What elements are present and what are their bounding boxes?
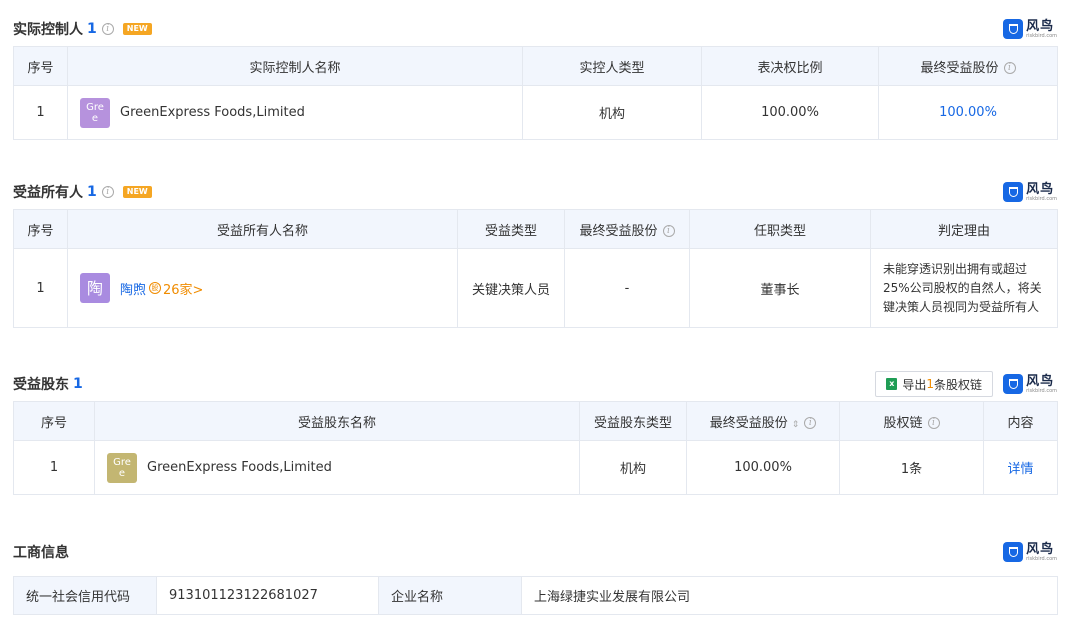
brand-logo: 风鸟 riskbird.com xyxy=(1003,374,1057,394)
sort-icon[interactable]: ⇕ xyxy=(792,420,800,430)
company-logo: Gre e xyxy=(107,452,137,483)
company-name-label: 企业名称 xyxy=(378,576,522,615)
row-benefit-link[interactable]: 100.00% xyxy=(878,85,1058,140)
brand-name: 风鸟 xyxy=(1026,18,1055,34)
export-chain-button[interactable]: x 导出 1 条股权链 xyxy=(875,371,993,397)
section-title: 实际控制人 xyxy=(13,22,83,38)
row-benefit: - xyxy=(564,248,690,328)
section-header: 工商信息 风鸟 riskbird.com xyxy=(13,535,1057,569)
business-info-table: 统一社会信用代码 913101123122681027 企业名称 上海绿捷实业发… xyxy=(13,576,1058,615)
table-row: 1 陶 陶煦 股 26家> 关键决策人员 - 董事长 未能穿透识别出拥有或超过2… xyxy=(13,248,1058,328)
brand-logo: 风鸟 riskbird.com xyxy=(1003,542,1057,562)
export-count: 1 xyxy=(926,377,934,391)
info-icon[interactable]: i xyxy=(101,23,114,35)
brand-url: riskbird.com xyxy=(1026,195,1057,202)
col-type: 受益类型 xyxy=(457,209,565,249)
brand-logo: 风鸟 riskbird.com xyxy=(1003,182,1057,202)
business-info-section: 工商信息 风鸟 riskbird.com 统一社会信用代码 91310112312… xyxy=(13,535,1058,615)
shield-icon xyxy=(1003,182,1024,202)
actual-controller-section: 实际控制人 1 i NEW 风鸟 riskbird.com 序号 实际控制人名称 … xyxy=(13,12,1058,140)
row-chain: 1条 xyxy=(839,440,984,495)
info-icon[interactable]: i xyxy=(804,417,817,429)
info-icon[interactable]: i xyxy=(662,225,675,237)
section-title: 受益股东 xyxy=(13,377,69,393)
brand-name: 风鸟 xyxy=(1026,373,1055,389)
export-prefix: 导出 xyxy=(902,377,927,392)
row-name-cell: Gre e GreenExpress Foods,Limited xyxy=(67,85,523,140)
person-name[interactable]: 陶煦 xyxy=(120,279,146,298)
beneficial-shareholder-section: 受益股东 1 x 导出 1 条股权链 风鸟 riskbird.com 序号 受益股… xyxy=(13,367,1058,495)
col-position: 任职类型 xyxy=(689,209,871,249)
section-count: 1 xyxy=(87,184,97,200)
col-type: 受益股东类型 xyxy=(579,401,687,441)
excel-icon: x xyxy=(886,378,898,390)
row-benefit: 100.00% xyxy=(686,440,840,495)
col-index: 序号 xyxy=(13,46,68,86)
row-position: 董事长 xyxy=(689,248,871,328)
company-name[interactable]: GreenExpress Foods,Limited xyxy=(120,105,305,120)
row-name-cell: Gre e GreenExpress Foods,Limited xyxy=(94,440,580,495)
person-avatar: 陶 xyxy=(80,273,110,303)
actual-controller-table: 序号 实际控制人名称 实控人类型 表决权比例 最终受益股份 i 1 Gre e Gr… xyxy=(13,46,1058,140)
info-icon[interactable]: i xyxy=(1003,62,1016,74)
beneficial-shareholder-table: 序号 受益股东名称 受益股东类型 最终受益股份 ⇕ i 股权链 i 内容 1 Gre e… xyxy=(13,401,1058,495)
company-name[interactable]: GreenExpress Foods,Limited xyxy=(147,460,332,475)
row-index: 1 xyxy=(13,440,95,495)
col-voting: 表决权比例 xyxy=(701,46,879,86)
row-type: 机构 xyxy=(522,85,702,140)
shield-icon xyxy=(1003,374,1024,394)
section-header: 受益股东 1 x 导出 1 条股权链 风鸟 riskbird.com xyxy=(13,367,1057,401)
company-logo: Gre e xyxy=(80,97,110,128)
section-count: 1 xyxy=(73,376,83,392)
col-name: 受益所有人名称 xyxy=(67,209,458,249)
row-voting: 100.00% xyxy=(701,85,879,140)
row-index: 1 xyxy=(13,85,68,140)
detail-link[interactable]: 详情 xyxy=(983,440,1058,495)
holdings-link[interactable]: 26家> xyxy=(163,279,203,298)
brand-url: riskbird.com xyxy=(1026,32,1057,39)
company-name-value: 上海绿捷实业发展有限公司 xyxy=(521,576,1058,615)
holdings-icon: 股 xyxy=(149,282,162,294)
col-name: 受益股东名称 xyxy=(94,401,580,441)
section-title: 受益所有人 xyxy=(13,185,83,201)
row-reason: 未能穿透识别出拥有或超过25%公司股权的自然人，将关键决策人员视同为受益所有人 xyxy=(870,248,1058,328)
new-badge: NEW xyxy=(122,23,152,35)
table-row: 1 Gre e GreenExpress Foods,Limited 机构 100… xyxy=(13,440,1058,495)
export-suffix: 条股权链 xyxy=(933,377,982,392)
col-benefit: 最终受益股份 i xyxy=(564,209,690,249)
col-content: 内容 xyxy=(983,401,1058,441)
new-badge: NEW xyxy=(122,186,152,198)
row-type: 机构 xyxy=(579,440,687,495)
brand-url: riskbird.com xyxy=(1026,555,1057,562)
table-row: 1 Gre e GreenExpress Foods,Limited 机构 100… xyxy=(13,85,1058,140)
beneficial-owner-table: 序号 受益所有人名称 受益类型 最终受益股份 i 任职类型 判定理由 1 陶 陶煦… xyxy=(13,209,1058,328)
section-title: 工商信息 xyxy=(13,545,69,561)
row-index: 1 xyxy=(13,248,68,328)
row-type: 关键决策人员 xyxy=(457,248,565,328)
col-benefit[interactable]: 最终受益股份 ⇕ i xyxy=(686,401,840,441)
section-header: 受益所有人 1 i NEW 风鸟 riskbird.com xyxy=(13,175,1057,209)
col-reason: 判定理由 xyxy=(870,209,1058,249)
brand-name: 风鸟 xyxy=(1026,181,1055,197)
col-name: 实际控制人名称 xyxy=(67,46,523,86)
info-icon[interactable]: i xyxy=(927,417,940,429)
row-name-cell: 陶 陶煦 股 26家> xyxy=(67,248,458,328)
col-type: 实控人类型 xyxy=(522,46,702,86)
credit-code-label: 统一社会信用代码 xyxy=(13,576,157,615)
brand-logo: 风鸟 riskbird.com xyxy=(1003,19,1057,39)
col-benefit: 最终受益股份 i xyxy=(878,46,1058,86)
shield-icon xyxy=(1003,542,1024,562)
col-chain: 股权链 i xyxy=(839,401,984,441)
col-index: 序号 xyxy=(13,401,95,441)
beneficial-owner-section: 受益所有人 1 i NEW 风鸟 riskbird.com 序号 受益所有人名称 … xyxy=(13,175,1058,328)
section-count: 1 xyxy=(87,21,97,37)
credit-code-value: 913101123122681027 xyxy=(156,576,379,615)
table-row: 统一社会信用代码 913101123122681027 企业名称 上海绿捷实业发… xyxy=(13,576,1058,615)
col-index: 序号 xyxy=(13,209,68,249)
info-icon[interactable]: i xyxy=(101,186,114,198)
shield-icon xyxy=(1003,19,1024,39)
brand-name: 风鸟 xyxy=(1026,541,1055,557)
brand-url: riskbird.com xyxy=(1026,387,1057,394)
section-header: 实际控制人 1 i NEW 风鸟 riskbird.com xyxy=(13,12,1057,46)
